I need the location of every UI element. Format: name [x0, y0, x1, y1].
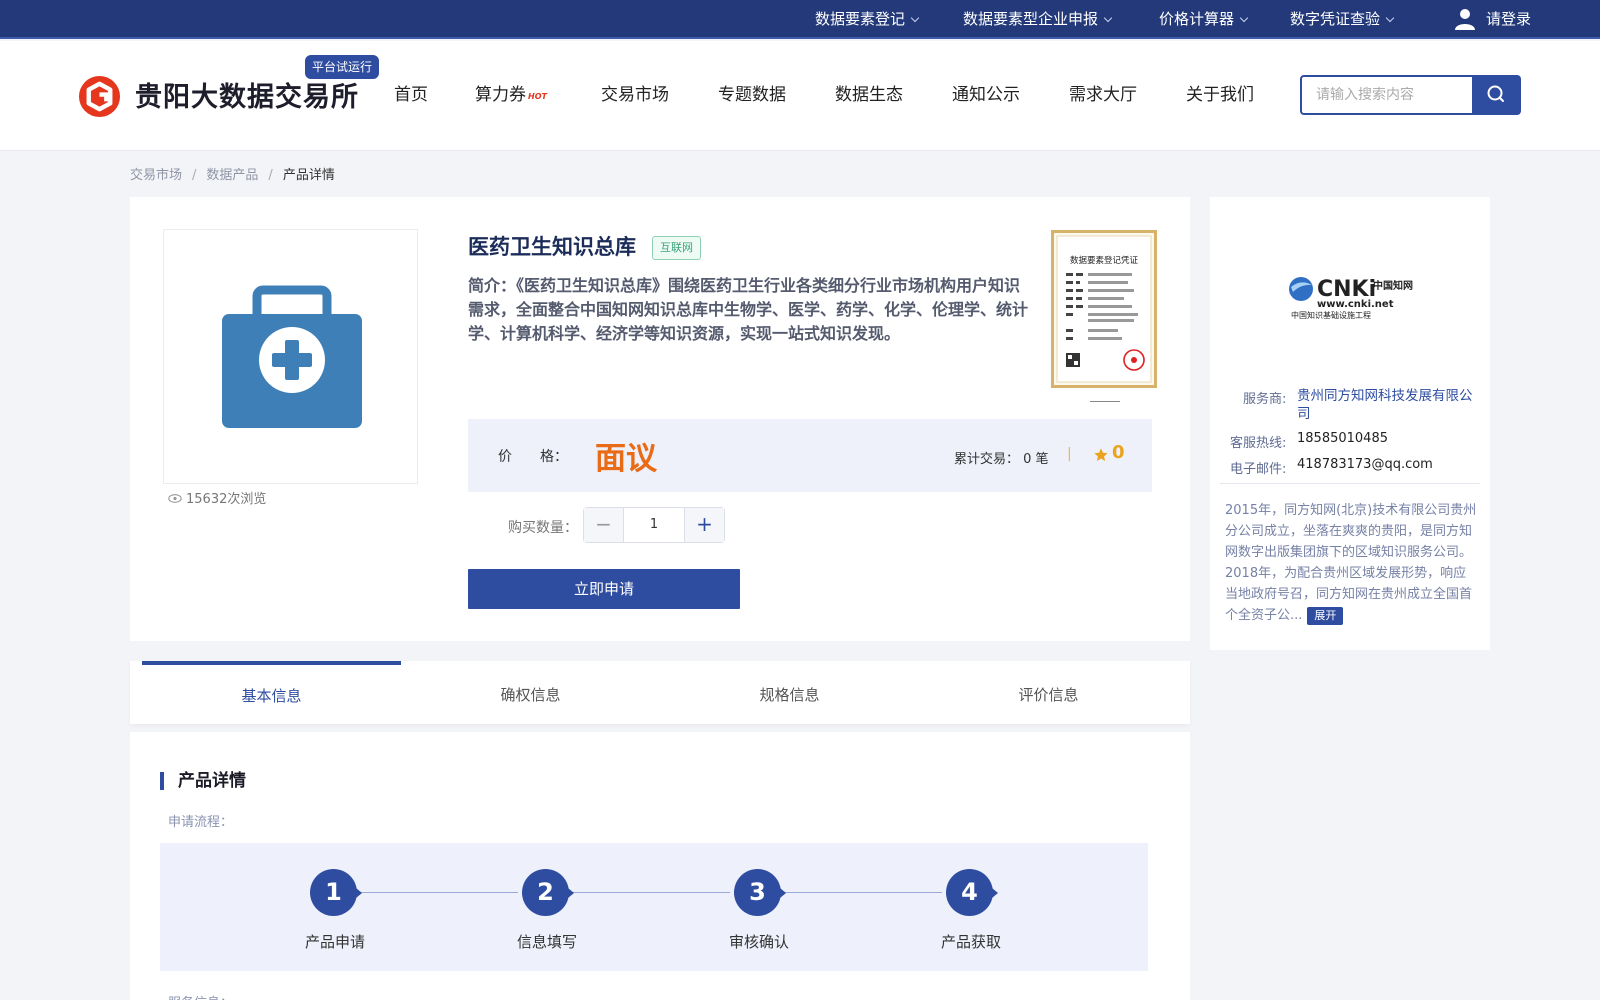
flow-connector	[358, 892, 518, 893]
step-number: 2	[522, 869, 574, 916]
category-tag: 互联网	[652, 236, 701, 260]
nav-market[interactable]: 交易市场	[601, 81, 669, 109]
product-title: 医药卫生知识总库	[468, 235, 636, 259]
site-logo-text[interactable]: 贵阳大数据交易所	[135, 75, 359, 114]
decrease-button[interactable]: −	[584, 508, 624, 542]
tab-spec-info[interactable]: 规格信息	[660, 661, 919, 724]
nav-demand-hall[interactable]: 需求大厅	[1069, 81, 1137, 109]
login-link[interactable]: 请登录	[1486, 0, 1531, 39]
step-label: 产品获取	[940, 933, 1001, 951]
hotline-value: 18585010485	[1297, 431, 1388, 446]
chevron-down-icon	[910, 13, 920, 23]
apply-now-button[interactable]: 立即申请	[468, 569, 740, 609]
svg-text:www.cnki.net: www.cnki.net	[1317, 299, 1394, 310]
expand-button[interactable]: 展开	[1307, 606, 1344, 625]
top-bar: 数据要素登记 数据要素型企业申报 价格计算器 数字凭证查验 请登录	[0, 0, 1600, 39]
service-info-label: 服务信息：	[168, 992, 233, 1000]
step-label: 产品申请	[304, 933, 365, 951]
cnki-logo[interactable]: CNKi 中国知网 www.cnki.net 中国知识基础设施工程	[1287, 274, 1413, 320]
detail-tabs: 基本信息 确权信息 规格信息 评价信息	[130, 661, 1190, 724]
exchange-logo-icon[interactable]	[78, 75, 121, 118]
nav-about[interactable]: 关于我们	[1186, 81, 1254, 109]
certificate-indicator	[1090, 401, 1120, 402]
tab-basic-info[interactable]: 基本信息	[142, 661, 401, 724]
trade-count: 累计交易： 0 笔	[954, 452, 1049, 467]
svg-text:中国知识基础设施工程: 中国知识基础设施工程	[1291, 310, 1371, 320]
site-header: 贵阳大数据交易所 平台试运行 首页 算力券 HOT 交易市场 专题数据 数据生态 …	[0, 41, 1600, 151]
user-icon[interactable]	[1453, 7, 1477, 31]
svg-text:中国知网: 中国知网	[1373, 279, 1413, 292]
view-count: 15632次浏览	[168, 488, 266, 507]
breadcrumb: 交易市场 / 数据产品 / 产品详情	[130, 168, 335, 183]
svg-text:数据要素登记凭证: 数据要素登记凭证	[1070, 255, 1139, 266]
service-provider-link[interactable]: 贵州同方知网科技发展有限公司	[1297, 387, 1481, 423]
step-number: 1	[310, 869, 362, 916]
registration-certificate[interactable]: 数据要素登记凭证	[1051, 230, 1157, 388]
nav-compute-voucher[interactable]: 算力券 HOT	[475, 81, 547, 109]
certificate-image: 数据要素登记凭证	[1056, 235, 1152, 383]
price-value: 面议	[595, 441, 657, 477]
eye-icon	[168, 494, 182, 503]
step-number: 4	[946, 869, 998, 916]
search-button[interactable]	[1472, 75, 1521, 115]
nav-notices[interactable]: 通知公示	[952, 81, 1020, 109]
chevron-down-icon	[1103, 13, 1113, 23]
topbar-data-registration[interactable]: 数据要素登记	[815, 0, 920, 39]
star-icon	[1094, 448, 1108, 461]
medical-kit-icon	[222, 285, 362, 428]
email-value: 418783173@qq.com	[1297, 457, 1433, 472]
search-input[interactable]	[1300, 75, 1472, 115]
breadcrumb-market[interactable]: 交易市场	[130, 168, 182, 183]
provider-divider	[1220, 483, 1480, 484]
step-label: 审核确认	[728, 933, 789, 951]
quantity-value[interactable]: 1	[624, 508, 684, 542]
step-label: 信息填写	[516, 933, 577, 951]
nav-topic-data[interactable]: 专题数据	[718, 81, 786, 109]
section-title: 产品详情	[160, 772, 246, 790]
flow-connector	[570, 892, 730, 893]
product-description: 简介：《医药卫生知识总库》围绕医药卫生行业各类细分行业市场机构用户知识需求，全面…	[468, 276, 1029, 343]
tab-rights-info[interactable]: 确权信息	[401, 661, 660, 724]
service-provider-label: 服务商:	[1243, 392, 1287, 407]
chevron-down-icon	[1239, 13, 1249, 23]
flow-connector	[782, 892, 942, 893]
flow-label: 申请流程：	[168, 815, 234, 830]
nav-home[interactable]: 首页	[394, 81, 428, 109]
price-label: 价 格：	[498, 449, 568, 465]
hotline-label: 客服热线:	[1230, 436, 1287, 451]
topbar-enterprise-declare[interactable]: 数据要素型企业申报	[963, 0, 1113, 39]
quantity-stepper: − 1 +	[583, 507, 725, 543]
provider-intro: 2015年，同方知网(北京)技术有限公司贵州分公司成立，坐落在爽爽的贵阳，是同方…	[1225, 503, 1477, 625]
nav-ecosystem[interactable]: 数据生态	[835, 81, 903, 109]
divider: |	[1067, 446, 1072, 462]
quantity-label: 购买数量：	[508, 520, 578, 536]
hot-badge: HOT	[528, 92, 547, 101]
step-number: 3	[734, 869, 786, 916]
price-panel: 价 格： 面议 累计交易： 0 笔 | 0	[468, 419, 1152, 492]
breadcrumb-data-products[interactable]: 数据产品	[206, 168, 258, 183]
breadcrumb-current: 产品详情	[282, 168, 335, 183]
email-label: 电子邮件:	[1230, 462, 1287, 477]
product-image	[163, 229, 418, 484]
search-icon	[1487, 85, 1504, 102]
tab-review-info[interactable]: 评价信息	[919, 661, 1178, 724]
chevron-down-icon	[1385, 13, 1395, 23]
trial-badge: 平台试运行	[305, 55, 380, 79]
topbar-price-calculator[interactable]: 价格计算器	[1159, 0, 1249, 39]
rating-value: 0	[1112, 442, 1125, 463]
increase-button[interactable]: +	[684, 508, 724, 542]
topbar-cert-verify[interactable]: 数字凭证查验	[1290, 0, 1395, 39]
